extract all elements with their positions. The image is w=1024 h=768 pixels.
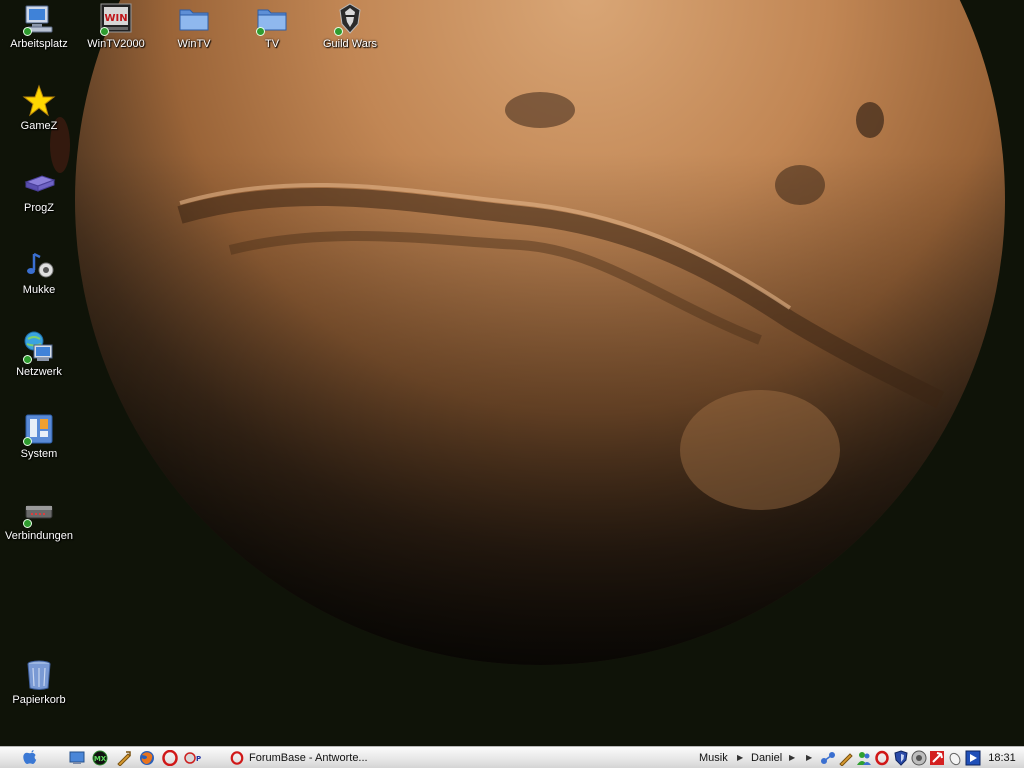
- folder-icon: [177, 2, 211, 36]
- tray-network[interactable]: [820, 748, 836, 767]
- desktop-wallpaper: [0, 0, 1024, 768]
- menu-daniel[interactable]: Daniel: [751, 748, 782, 767]
- tray-antivirus[interactable]: [929, 748, 945, 767]
- antivirus-icon: [930, 750, 944, 765]
- desktop-icon-mukke[interactable]: Mukke: [0, 248, 78, 297]
- my-computer-icon: [22, 2, 56, 36]
- desktop-icon-label: GameZ: [20, 120, 58, 132]
- desktop-icon-label: Verbindungen: [5, 530, 73, 542]
- tray-messenger[interactable]: [856, 748, 872, 767]
- desktop-icon: [69, 751, 85, 764]
- desktop-icon-label: Mukke: [22, 284, 56, 296]
- folder-icon: [255, 2, 289, 36]
- chevron-right-icon: ▶: [737, 753, 744, 762]
- network-icon: [22, 330, 56, 364]
- desktop-icon-verbindungen[interactable]: Verbindungen: [0, 494, 78, 543]
- desktop-icon-system[interactable]: System: [0, 412, 78, 461]
- shortcut-arrow-icon: [100, 27, 109, 36]
- taskbar-button-label: ForumBase - Antworte...: [249, 751, 368, 764]
- desktop-icon-arbeitsplatz[interactable]: Arbeitsplatz: [0, 2, 78, 51]
- chevron-right-icon: ▶: [789, 753, 796, 762]
- desktop-icon-label: WinTV2000: [87, 38, 145, 50]
- media-player-icon: [965, 750, 981, 765]
- system-icon: [22, 412, 56, 446]
- shortcut-arrow-icon: [23, 27, 32, 36]
- menu-musik-label: Musik: [699, 751, 728, 764]
- music-icon: [22, 248, 56, 282]
- apple-icon: [23, 750, 37, 764]
- network-tray-icon: [821, 751, 835, 764]
- shortcut-arrow-icon: [23, 355, 32, 364]
- wintv-icon: WIN: [99, 2, 133, 36]
- svg-text:MX: MX: [94, 755, 107, 763]
- clock[interactable]: 18:31: [984, 748, 1020, 767]
- desktop-icon-label: Guild Wars: [323, 38, 377, 50]
- menu-daniel-label: Daniel: [751, 751, 783, 764]
- guild-wars-icon: [333, 2, 367, 36]
- taskbar: MX P ForumBase - Antworte... Musik ▶ Dan…: [0, 746, 1024, 768]
- desktop-icon-gamez[interactable]: GameZ: [0, 84, 78, 133]
- quick-launch-ftp[interactable]: P: [184, 748, 202, 767]
- desktop-icon-progz[interactable]: ProgZ: [0, 166, 78, 215]
- shortcut-arrow-icon: [256, 27, 265, 36]
- desktop-icon-label: WinTV: [177, 38, 211, 50]
- desktop-icon-label: Netzwerk: [16, 366, 62, 378]
- drive-icon: [22, 166, 56, 200]
- desktop-icon-netzwerk[interactable]: Netzwerk: [0, 330, 78, 379]
- tray-expand-arrow[interactable]: ▶: [806, 748, 812, 767]
- quick-launch-firefox[interactable]: [138, 748, 156, 767]
- tool-icon: [117, 750, 131, 766]
- desktop-icon-tv[interactable]: TV: [233, 2, 311, 51]
- tray-media-player[interactable]: [965, 748, 981, 767]
- speaker-icon: [911, 750, 927, 765]
- opera-icon: [162, 749, 178, 766]
- tray-tool[interactable]: [838, 748, 854, 767]
- desktop-icon-label: Papierkorb: [12, 694, 66, 706]
- taskbar-button-forumbase[interactable]: ForumBase - Antworte...: [226, 748, 386, 767]
- desktop-icon-guild-wars[interactable]: Guild Wars: [311, 2, 389, 51]
- star-icon: [22, 84, 56, 118]
- desktop-icon-label: Arbeitsplatz: [10, 38, 68, 50]
- opera-tray-icon: [875, 750, 889, 765]
- modem-icon: [22, 494, 56, 528]
- quick-launch-mx[interactable]: MX: [91, 748, 109, 767]
- desktop-icon-papierkorb[interactable]: Papierkorb: [0, 658, 78, 707]
- quick-launch-tool[interactable]: [115, 748, 133, 767]
- opera-icon: [230, 750, 244, 765]
- svg-text:P: P: [196, 755, 201, 763]
- start-button[interactable]: [20, 748, 40, 767]
- mx-icon: MX: [92, 750, 108, 765]
- shield-icon: [894, 749, 908, 766]
- quick-launch-opera[interactable]: [161, 748, 179, 767]
- mouse-icon: [949, 752, 961, 765]
- clock-time: 18:31: [988, 751, 1016, 764]
- recycle-bin-icon: [22, 658, 56, 692]
- menu-musik-arrow[interactable]: ▶: [737, 748, 743, 767]
- shortcut-arrow-icon: [23, 437, 32, 446]
- svg-text:WIN: WIN: [104, 13, 127, 24]
- shortcut-arrow-icon: [334, 27, 343, 36]
- desktop-icon-wintv2000[interactable]: WIN WinTV2000: [77, 2, 155, 51]
- ftp-icon: P: [184, 751, 201, 764]
- tray-mouse[interactable]: [947, 748, 963, 767]
- menu-daniel-arrow[interactable]: ▶: [789, 748, 795, 767]
- desktop-icon-wintv[interactable]: WinTV: [155, 2, 233, 51]
- tool-tray-icon: [839, 752, 853, 766]
- desktop-icon-label: ProgZ: [24, 202, 54, 214]
- menu-musik[interactable]: Musik: [699, 748, 728, 767]
- firefox-icon: [140, 750, 154, 765]
- desktop-icon-label: System: [20, 448, 58, 460]
- messenger-icon: [857, 751, 871, 765]
- tray-shield[interactable]: [893, 748, 909, 767]
- tray-opera[interactable]: [874, 748, 890, 767]
- quick-launch-desktop[interactable]: [68, 748, 86, 767]
- chevron-right-icon: ▶: [806, 753, 813, 762]
- shortcut-arrow-icon: [23, 519, 32, 528]
- desktop-icon-label: TV: [264, 38, 280, 50]
- tray-speaker[interactable]: [911, 748, 927, 767]
